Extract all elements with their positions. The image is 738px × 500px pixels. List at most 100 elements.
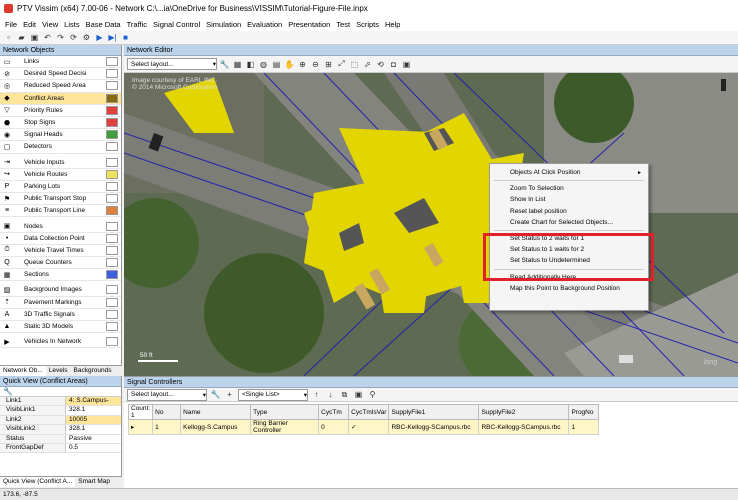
column-header-type[interactable]: Type xyxy=(250,404,320,420)
cell-type[interactable]: Ring Barrier Controller xyxy=(250,419,320,435)
fit-icon[interactable]: ⤢ xyxy=(336,59,347,70)
open-folder-icon[interactable]: ▰ xyxy=(16,32,27,43)
table-row[interactable]: ▸ 1 Kellogg-S.Campus Ring Barrier Controlle… xyxy=(127,419,600,435)
network-object-data-collection-point[interactable]: • Data Collection Point xyxy=(0,233,121,245)
network-object-vehicles-in-network[interactable]: ▶ Vehicles In Network xyxy=(0,336,121,349)
rotate-icon[interactable]: ⟲ xyxy=(375,59,386,70)
network-object-conflict-areas[interactable]: ◆ Conflict Areas xyxy=(0,92,121,105)
color-swatch[interactable] xyxy=(106,309,118,319)
network-object-vehicle-travel-times[interactable]: ⏱ Vehicle Travel Times xyxy=(0,245,121,257)
quick-view-value[interactable]: 10005 xyxy=(66,415,121,425)
color-swatch[interactable] xyxy=(106,105,118,115)
color-swatch[interactable] xyxy=(106,169,118,179)
cell-progno[interactable]: 1 xyxy=(568,419,600,435)
tab-1[interactable]: Levels xyxy=(46,366,71,376)
cell-cyctmisvar[interactable]: ✓ xyxy=(348,419,390,435)
filter-icon[interactable]: ⚲ xyxy=(367,389,378,400)
add-icon[interactable]: + xyxy=(224,389,235,400)
color-swatch[interactable] xyxy=(106,337,118,347)
camera-icon[interactable]: ◘ xyxy=(388,59,399,70)
network-object-priority-rules[interactable]: ▽ Priority Rules xyxy=(0,105,121,117)
menu-test[interactable]: Test xyxy=(333,20,353,29)
network-object-queue-counters[interactable]: Q Queue Counters xyxy=(0,257,121,270)
color-swatch[interactable] xyxy=(106,285,118,295)
network-object-detectors[interactable]: ▢ Detectors xyxy=(0,141,121,154)
color-swatch[interactable] xyxy=(106,93,118,103)
cell-no[interactable]: 1 xyxy=(152,419,182,435)
select-icon[interactable]: ⬀ xyxy=(362,59,373,70)
menu-signal-control[interactable]: Signal Control xyxy=(150,20,203,29)
signal-layout-select[interactable]: Select layout... ▾ xyxy=(127,388,207,401)
quick-view-value[interactable]: 328.1 xyxy=(66,425,121,433)
cell-supplyfile1[interactable]: RBC-Kellogg-SCampus.rbc xyxy=(388,419,480,435)
quick-view-value[interactable]: 328.1 xyxy=(66,406,121,414)
network-object-public-transport-stop[interactable]: ⚑ Public Transport Stop xyxy=(0,193,121,206)
color-swatch[interactable] xyxy=(106,322,118,332)
layers-icon[interactable]: ◧ xyxy=(245,59,256,70)
wrench-icon[interactable]: 🔧 xyxy=(3,387,13,396)
menu-base-data[interactable]: Base Data xyxy=(83,20,124,29)
menu-traffic[interactable]: Traffic xyxy=(124,20,150,29)
sort-asc-icon[interactable]: ↑ xyxy=(311,389,322,400)
list-select[interactable]: <Single List> ▾ xyxy=(238,388,308,401)
quick-view-value[interactable]: Passive xyxy=(66,435,121,443)
context-menu-item[interactable]: Objects At Click Position ► xyxy=(490,167,648,178)
network-object-public-transport-line[interactable]: ≡ Public Transport Line xyxy=(0,205,121,218)
new-file-icon[interactable]: ▫ xyxy=(3,32,14,43)
color-swatch[interactable] xyxy=(106,206,118,216)
sort-desc-icon[interactable]: ↓ xyxy=(325,389,336,400)
menu-edit[interactable]: Edit xyxy=(20,20,39,29)
menu-lists[interactable]: Lists xyxy=(61,20,82,29)
menu-help[interactable]: Help xyxy=(382,20,403,29)
color-swatch[interactable] xyxy=(106,81,118,91)
layout-select[interactable]: Select layout... ▾ xyxy=(127,58,217,70)
tab-0[interactable]: Network Ob... xyxy=(0,366,46,376)
context-menu-item[interactable]: Create Chart for Selected Objects... xyxy=(490,217,648,228)
context-menu-item[interactable]: Map this Point to Background Position xyxy=(490,283,648,294)
network-object-3d-traffic-signals[interactable]: A 3D Traffic Signals xyxy=(0,309,121,321)
save-icon[interactable]: ▣ xyxy=(29,32,40,43)
cell-supplyfile2[interactable]: RBC-Kellogg-SCampus.rbc xyxy=(478,419,570,435)
menu-file[interactable]: File xyxy=(2,20,20,29)
save-icon[interactable]: ▣ xyxy=(353,389,364,400)
network-object-pavement-markings[interactable]: ⇡ Pavement Markings xyxy=(0,297,121,309)
context-menu-item[interactable]: Show In List xyxy=(490,194,648,205)
cell-name[interactable]: Kellogg-S.Campus xyxy=(180,419,252,435)
globe-icon[interactable]: ◍ xyxy=(258,59,269,70)
color-swatch[interactable] xyxy=(106,118,118,128)
quick-view-tab-1[interactable]: Smart Map xyxy=(75,477,113,487)
network-object-stop-signs[interactable]: ⬣ Stop Signs xyxy=(0,117,121,130)
play-icon[interactable]: ▶ xyxy=(94,32,105,43)
menu-view[interactable]: View xyxy=(39,20,61,29)
network-object-signal-heads[interactable]: ◉ Signal Heads xyxy=(0,129,121,142)
save-view-icon[interactable]: ▣ xyxy=(401,59,412,70)
menu-presentation[interactable]: Presentation xyxy=(285,20,333,29)
network-object-reduced-speed-area[interactable]: ◎ Reduced Speed Area xyxy=(0,80,121,93)
network-object-vehicle-routes[interactable]: ↪ Vehicle Routes xyxy=(0,169,121,181)
zoom-extent-icon[interactable]: ⊞ xyxy=(323,59,334,70)
tab-2[interactable]: Backgrounds xyxy=(71,366,115,376)
color-swatch[interactable] xyxy=(106,181,118,191)
stop-icon[interactable]: ■ xyxy=(120,32,131,43)
color-swatch[interactable] xyxy=(106,57,118,67)
color-swatch[interactable] xyxy=(106,297,118,307)
quick-view-value[interactable]: 0.5 xyxy=(66,444,121,452)
color-swatch[interactable] xyxy=(106,142,118,152)
cell-cyctm[interactable]: 0 xyxy=(318,419,350,435)
context-menu-item[interactable]: Zoom To Selection xyxy=(490,183,648,194)
pan-hand-icon[interactable]: ✋ xyxy=(284,59,295,70)
column-header-name[interactable]: Name xyxy=(180,404,252,420)
quick-view-tab-0[interactable]: Quick View (Conflict A... xyxy=(0,477,76,487)
step-icon[interactable]: ▶| xyxy=(107,32,118,43)
color-swatch[interactable] xyxy=(106,258,118,268)
redo-icon[interactable]: ↷ xyxy=(55,32,66,43)
network-object-desired-speed-decisi[interactable]: ⊘ Desired Speed Decisi xyxy=(0,68,121,81)
color-swatch[interactable] xyxy=(106,157,118,167)
column-header-supplyfile2[interactable]: SupplyFile2 xyxy=(478,404,570,420)
refresh-icon[interactable]: ⟳ xyxy=(68,32,79,43)
column-header-cyctmisvar[interactable]: CycTmIsVar xyxy=(348,404,390,420)
quick-view-value[interactable]: 4: S.Campus- xyxy=(66,397,121,406)
settings-icon[interactable]: ⚙ xyxy=(81,32,92,43)
color-swatch[interactable] xyxy=(106,130,118,140)
color-swatch[interactable] xyxy=(106,194,118,204)
